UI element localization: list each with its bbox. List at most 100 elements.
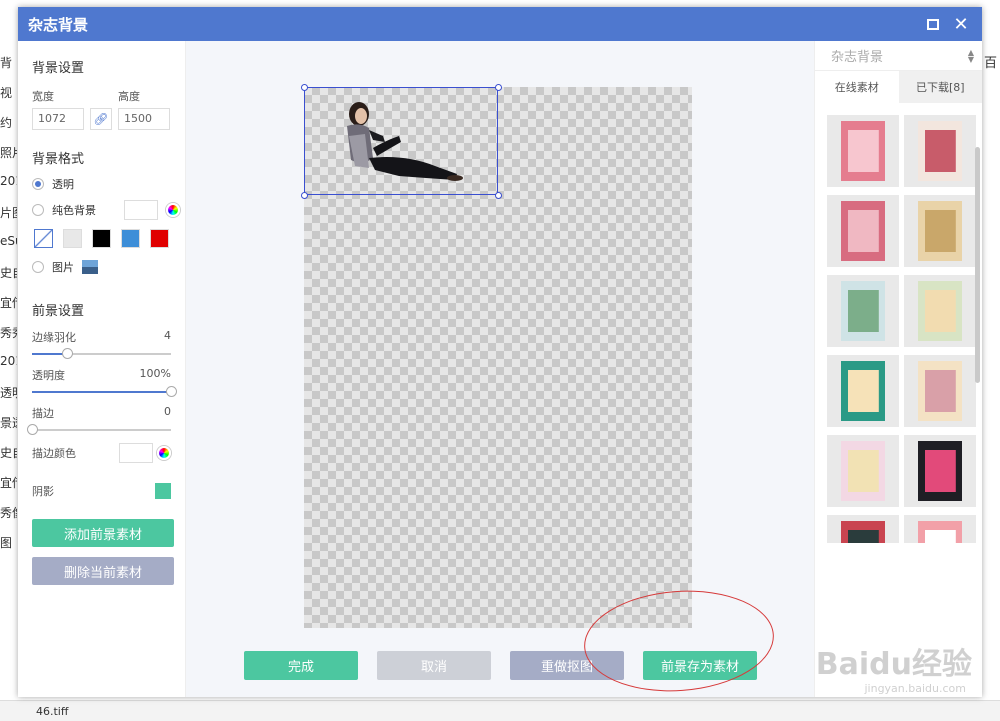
material-panel: 杂志背景 ▲ ▼ 在线素材 已下载[8] Baidu经验 jingyan.baid… — [814, 41, 982, 697]
material-thumbnail[interactable] — [904, 195, 976, 267]
canvas-area: 完成 取消 重做抠图 前景存为素材 — [186, 41, 814, 698]
material-poster-image — [918, 121, 962, 181]
material-poster-image — [841, 121, 885, 181]
material-thumbnail[interactable] — [904, 435, 976, 507]
link-icon: 🔗︎ — [93, 112, 109, 126]
color-wheel-icon[interactable] — [166, 203, 180, 217]
link-ratio-button[interactable]: 🔗︎ — [90, 108, 112, 130]
material-grid — [827, 115, 982, 543]
stroke-color-wheel-icon[interactable] — [157, 446, 171, 460]
material-thumbnail[interactable] — [827, 515, 899, 543]
cancel-button[interactable]: 取消 — [377, 651, 491, 680]
background-text-fragment: 201 — [0, 174, 17, 188]
material-thumbnail[interactable] — [904, 515, 976, 543]
swatch-color[interactable] — [92, 229, 111, 248]
opacity-slider-knob[interactable] — [166, 386, 177, 397]
background-text-fragment: 景透 — [0, 416, 17, 430]
resize-handle-br[interactable] — [495, 192, 502, 199]
magazine-background-dialog: 杂志背景 ✕ 背景设置 宽度 1072 🔗︎ 高度 1500 背景格式 透明 纯… — [18, 7, 982, 698]
material-poster-image — [918, 361, 962, 421]
material-poster-image — [918, 441, 962, 501]
material-scrollbar[interactable] — [975, 147, 980, 383]
material-thumbnail[interactable] — [827, 435, 899, 507]
image-icon — [82, 260, 98, 274]
material-thumbnail[interactable] — [827, 115, 899, 187]
background-text-fragment: eSu — [0, 234, 17, 248]
stroke-slider-knob[interactable] — [27, 424, 38, 435]
radio-transparent[interactable]: 透明 — [32, 171, 185, 197]
feather-value: 4 — [164, 329, 171, 342]
add-foreground-button[interactable]: 添加前景素材 — [32, 519, 174, 547]
background-file-name: 46.tiff — [36, 705, 69, 718]
shadow-toggle[interactable] — [155, 483, 171, 499]
stroke-color-box[interactable] — [119, 443, 153, 463]
opacity-label: 透明度 — [32, 369, 65, 382]
background-format-title: 背景格式 — [32, 152, 85, 167]
background-text-fragment: 201 — [0, 354, 17, 368]
swatch-color[interactable] — [121, 229, 140, 248]
radio-image[interactable]: 图片 — [32, 254, 185, 280]
maximize-button[interactable] — [922, 13, 944, 35]
category-select-value: 杂志背景 — [831, 50, 884, 65]
background-text-fragment: 秀像 — [0, 506, 17, 520]
background-settings-title: 背景设置 — [32, 61, 85, 76]
background-text-fragment: 视 — [0, 86, 13, 100]
close-button[interactable]: ✕ — [950, 13, 972, 35]
background-text-fragment: 背 — [0, 56, 13, 70]
radio-solid[interactable]: 纯色背景 — [32, 197, 185, 223]
material-poster-image — [841, 201, 885, 261]
background-text-fragment: 宜传 — [0, 296, 17, 310]
opacity-slider-block: 透明度 100% — [32, 367, 185, 397]
height-input[interactable]: 1500 — [118, 108, 170, 130]
solid-color-box[interactable] — [124, 200, 158, 220]
material-poster-image — [918, 201, 962, 261]
foreground-selection[interactable] — [304, 87, 498, 195]
opacity-slider[interactable] — [32, 386, 177, 397]
material-poster-image — [918, 281, 962, 341]
radio-solid-dot — [32, 204, 44, 216]
opacity-value: 100% — [139, 367, 171, 380]
done-button[interactable]: 完成 — [244, 651, 358, 680]
stroke-slider[interactable] — [27, 424, 171, 435]
width-input[interactable]: 1072 — [32, 108, 84, 130]
width-label: 宽度 — [32, 90, 54, 103]
resize-handle-tr[interactable] — [495, 84, 502, 91]
swatch-color[interactable] — [63, 229, 82, 248]
background-text-fragment: 约 — [0, 116, 13, 130]
material-thumbnail[interactable] — [904, 115, 976, 187]
stroke-slider-block: 描边 0 — [27, 405, 185, 435]
radio-transparent-label: 透明 — [52, 178, 74, 191]
material-thumbnail[interactable] — [904, 355, 976, 427]
swatch-row — [34, 229, 185, 248]
delete-foreground-button[interactable]: 删除当前素材 — [32, 557, 174, 585]
shadow-row: 阴影 — [32, 483, 185, 499]
material-thumbnail[interactable] — [827, 355, 899, 427]
feather-slider[interactable] — [32, 348, 171, 359]
material-poster-image — [841, 521, 885, 543]
background-text-fragment: 透明 — [0, 386, 17, 400]
height-label: 高度 — [118, 90, 140, 103]
person-cutout-image — [347, 102, 463, 181]
material-thumbnail[interactable] — [904, 275, 976, 347]
radio-solid-label: 纯色背景 — [52, 204, 96, 217]
resize-handle-bl[interactable] — [301, 192, 308, 199]
settings-panel: 背景设置 宽度 1072 🔗︎ 高度 1500 背景格式 透明 纯色背景 图片 … — [18, 41, 186, 697]
material-grid-scroll[interactable] — [815, 103, 982, 543]
resize-handle-tl[interactable] — [301, 84, 308, 91]
material-thumbnail[interactable] — [827, 195, 899, 267]
close-icon: ✕ — [953, 13, 969, 35]
tab-downloaded[interactable]: 已下载[8] — [898, 71, 982, 103]
stroke-label: 描边 — [32, 407, 54, 420]
feather-slider-block: 边缘羽化 4 — [32, 329, 185, 359]
feather-slider-knob[interactable] — [61, 348, 73, 359]
material-poster-image — [918, 521, 962, 543]
background-right-char: 百 — [984, 56, 998, 71]
baidu-watermark-url: jingyan.baidu.com — [864, 682, 966, 695]
material-thumbnail[interactable] — [827, 275, 899, 347]
swatch-none[interactable] — [34, 229, 53, 248]
dimension-row: 宽度 1072 🔗︎ 高度 1500 — [32, 88, 185, 130]
background-text-fragment: 照片 — [0, 146, 17, 160]
swatch-color[interactable] — [150, 229, 169, 248]
tab-online[interactable]: 在线素材 — [815, 71, 899, 103]
category-select[interactable]: 杂志背景 ▲ ▼ — [815, 41, 982, 71]
